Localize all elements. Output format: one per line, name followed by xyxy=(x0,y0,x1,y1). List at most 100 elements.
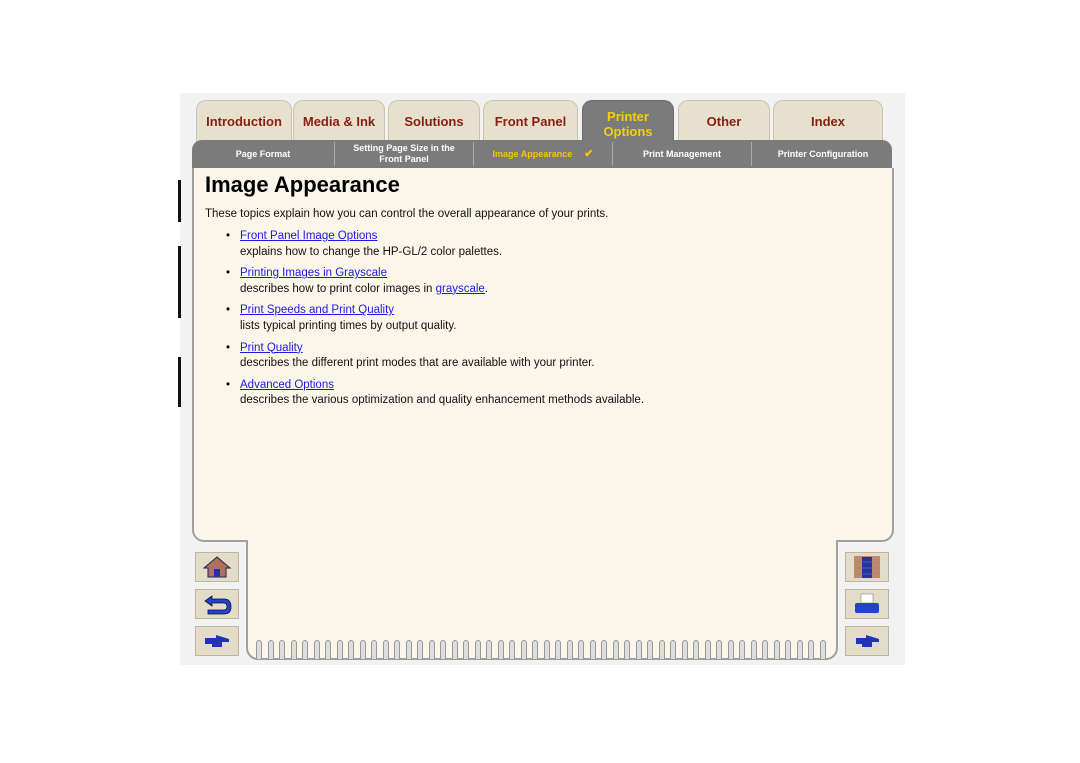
spiral-ring xyxy=(727,640,734,660)
change-bar xyxy=(178,246,181,318)
spiral-ring xyxy=(635,640,642,660)
link-grayscale[interactable]: grayscale xyxy=(436,283,485,295)
tab-solutions[interactable]: Solutions xyxy=(388,100,480,144)
next-pointer-icon xyxy=(205,635,229,647)
back-arrow-icon xyxy=(204,595,232,615)
tab-label: Other xyxy=(706,114,742,129)
spiral-ring xyxy=(670,640,676,660)
spiral-ring xyxy=(578,640,584,660)
spiral-ring xyxy=(543,640,550,660)
change-bar xyxy=(178,357,181,407)
spiral-ring xyxy=(290,640,297,660)
intro-text: These topics explain how you can control… xyxy=(205,208,609,220)
spiral-ring xyxy=(716,640,722,660)
desc-text: . xyxy=(484,282,489,295)
tab-media-ink[interactable]: Media & Ink xyxy=(293,100,385,144)
bullet-icon: • xyxy=(226,378,231,391)
tab-label: Introduction xyxy=(206,114,282,129)
list-item: • Printing Images in Grayscale describes h… xyxy=(226,266,644,303)
tab-index[interactable]: Index xyxy=(773,100,883,144)
subnav-label: Page Format xyxy=(235,148,291,159)
subnav-printer-configuration[interactable]: Printer Configuration xyxy=(752,142,894,166)
change-bar xyxy=(178,180,181,222)
spiral-ring xyxy=(325,640,331,660)
spiral-ring xyxy=(256,640,262,660)
tab-other[interactable]: Other xyxy=(678,100,770,144)
link-advanced-options[interactable]: Advanced Options xyxy=(240,379,334,391)
tab-label: Front Panel xyxy=(494,114,567,129)
list-item: • Print Speeds and Print Quality lists typ… xyxy=(226,303,644,340)
link-print-speeds[interactable]: Print Speeds and Print Quality xyxy=(240,304,394,316)
next-button[interactable] xyxy=(195,626,239,656)
printer-icon xyxy=(855,593,879,613)
spiral-ring xyxy=(509,640,515,660)
spiral-ring xyxy=(497,640,504,660)
sub-navigation: Page Format Setting Page Size in the Fro… xyxy=(192,140,892,168)
tab-label: Solutions xyxy=(404,114,464,129)
link-front-panel-image-options[interactable]: Front Panel Image Options xyxy=(240,230,377,242)
spiral-ring xyxy=(773,640,780,660)
topic-list: • Front Panel Image Options explains how t… xyxy=(226,229,644,415)
item-description: describes the various optimization and q… xyxy=(240,394,645,407)
spiral-ring xyxy=(612,640,619,660)
bullet-icon: • xyxy=(226,267,231,280)
link-print-quality[interactable]: Print Quality xyxy=(240,342,303,354)
spiral-ring xyxy=(796,640,803,660)
spiral-binding xyxy=(256,640,830,662)
spiral-ring xyxy=(693,640,699,660)
subnav-label: Print Management xyxy=(642,148,721,159)
print-button[interactable] xyxy=(845,589,889,619)
spiral-ring xyxy=(589,640,596,660)
tab-introduction[interactable]: Introduction xyxy=(196,100,292,144)
subnav-page-format[interactable]: Page Format xyxy=(192,142,335,166)
tab-label: Media & Ink xyxy=(302,114,376,129)
list-item: • Advanced Options describes the various o… xyxy=(226,378,644,415)
subnav-label: Printer Configuration xyxy=(777,148,869,159)
item-description: describes how to print color images in g… xyxy=(240,282,644,298)
back-button[interactable] xyxy=(195,589,239,619)
spiral-ring xyxy=(624,640,630,660)
pointer-button[interactable] xyxy=(845,626,889,656)
subnav-label: Image Appearance xyxy=(492,148,573,159)
bullet-icon: • xyxy=(226,304,231,317)
spiral-ring xyxy=(739,640,745,660)
spiral-ring xyxy=(417,640,423,660)
spiral-ring xyxy=(440,640,446,660)
spiral-ring xyxy=(279,640,285,660)
spiral-ring xyxy=(486,640,492,660)
desc-text: describes how to print color images in xyxy=(240,282,436,295)
tab-label-line2: Options xyxy=(603,123,653,139)
spiral-ring xyxy=(647,640,653,660)
home-icon xyxy=(202,556,232,578)
exit-door-icon xyxy=(854,556,880,578)
spiral-ring xyxy=(371,640,377,660)
spiral-ring xyxy=(336,640,343,660)
spiral-ring xyxy=(267,640,274,660)
spiral-ring xyxy=(302,640,308,660)
home-button[interactable] xyxy=(195,552,239,582)
tab-printer-options[interactable]: Printer Options xyxy=(582,100,674,142)
subnav-print-management[interactable]: Print Management xyxy=(613,142,752,166)
spiral-ring xyxy=(474,640,481,660)
spiral-ring xyxy=(405,640,412,660)
bullet-icon: • xyxy=(226,230,231,242)
spiral-ring xyxy=(428,640,435,660)
tab-label-line1: Printer xyxy=(607,108,649,124)
spiral-ring xyxy=(785,640,791,660)
exit-button[interactable] xyxy=(845,552,889,582)
spiral-ring xyxy=(762,640,768,660)
spiral-ring xyxy=(463,640,469,660)
checkmark-icon: ✔ xyxy=(584,147,594,160)
subnav-image-appearance[interactable]: Image Appearance ✔ xyxy=(474,142,613,166)
spiral-ring xyxy=(601,640,607,660)
subnav-label-line1: Setting Page Size in the xyxy=(353,143,455,153)
tab-front-panel[interactable]: Front Panel xyxy=(483,100,578,144)
item-description: describes the different print modes that… xyxy=(240,357,595,370)
spiral-ring xyxy=(819,640,826,660)
link-printing-images-grayscale[interactable]: Printing Images in Grayscale xyxy=(240,267,387,279)
spiral-ring xyxy=(566,640,573,660)
subnav-setting-page-size[interactable]: Setting Page Size in the Front Panel xyxy=(335,142,474,166)
spiral-ring xyxy=(520,640,527,660)
spiral-ring xyxy=(313,640,320,660)
spiral-ring xyxy=(750,640,757,660)
